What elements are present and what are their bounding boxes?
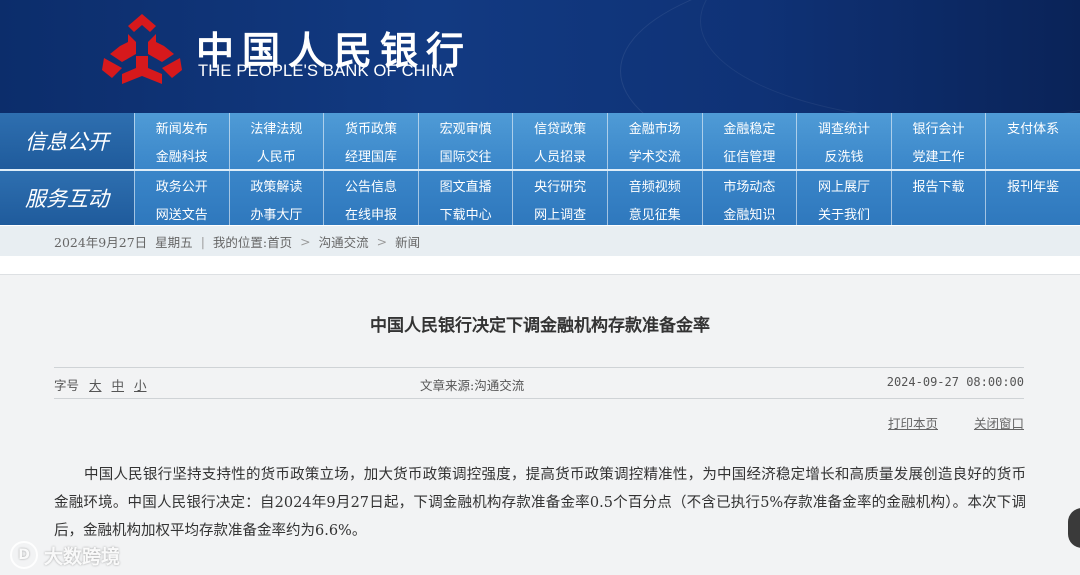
breadcrumb-separator: | <box>200 233 205 249</box>
article-title: 中国人民银行决定下调金融机构存款准备金率 <box>370 316 710 336</box>
breadcrumb-section-link[interactable]: 沟通交流 <box>319 232 369 251</box>
font-size-controls: 字号 大 中 小 <box>54 375 147 394</box>
article-panel: 中国人民银行决定下调金融机构存款准备金率 字号 大 中 小 文章来源:沟通交流 … <box>0 274 1080 575</box>
nav-item-empty <box>890 199 986 227</box>
breadcrumb-arrow-icon: > <box>376 233 388 249</box>
nav-item-party-building[interactable]: 党建工作 <box>890 141 986 169</box>
nav-item-monetary-policy[interactable]: 货币政策 <box>323 113 418 141</box>
article-tools: 打印本页 关闭窗口 <box>856 413 1024 432</box>
close-window-link[interactable]: 关闭窗口 <box>974 416 1024 431</box>
nav-item-research[interactable]: 央行研究 <box>512 171 607 199</box>
nav-item-report-download[interactable]: 报告下载 <box>890 171 986 199</box>
nav-item-recruitment[interactable]: 人员招录 <box>512 141 607 169</box>
nav-item-news[interactable]: 新闻发布 <box>134 113 229 141</box>
nav-item-government-affairs[interactable]: 政务公开 <box>134 171 229 199</box>
nav-item-statistics[interactable]: 调查统计 <box>796 113 891 141</box>
nav-row: 网送文告 办事大厅 在线申报 下载中心 网上调查 意见征集 金融知识 关于我们 <box>134 199 1080 227</box>
nav-item-about-us[interactable]: 关于我们 <box>796 199 891 227</box>
pboc-emblem-icon[interactable] <box>100 12 184 88</box>
font-size-small-link[interactable]: 小 <box>134 378 147 393</box>
nav-item-anti-money-laundering[interactable]: 反洗钱 <box>796 141 891 169</box>
logo-english-text[interactable]: THE PEOPLE'S BANK OF CHINA <box>198 62 454 81</box>
nav-item-announcements[interactable]: 公告信息 <box>323 171 418 199</box>
nav-item-credit-policy[interactable]: 信贷政策 <box>512 113 607 141</box>
nav-item-financial-knowledge[interactable]: 金融知识 <box>701 199 797 227</box>
nav-item-bank-accounting[interactable]: 银行会计 <box>890 113 986 141</box>
nav-item-online-exhibition[interactable]: 网上展厅 <box>796 171 891 199</box>
nav-item-empty <box>985 199 1080 227</box>
nav-item-online-filing[interactable]: 在线申报 <box>323 199 418 227</box>
nav-row: 政务公开 政策解读 公告信息 图文直播 央行研究 音频视频 市场动态 网上展厅 … <box>134 171 1080 199</box>
nav-item-online-survey[interactable]: 网上调查 <box>512 199 607 227</box>
floating-side-button[interactable] <box>1068 508 1080 548</box>
current-date: 2024年9月27日 <box>54 234 148 250</box>
nav-item-live-broadcast[interactable]: 图文直播 <box>417 171 513 199</box>
watermark: D 大数跨境 <box>10 541 120 569</box>
nav-section-service-interaction: 服务互动 <box>0 171 134 225</box>
nav-item-service-hall[interactable]: 办事大厅 <box>228 199 324 227</box>
nav-item-empty <box>985 141 1080 169</box>
breadcrumb-bar: 2024年9月27日 星期五 | 我的位置: 首页 > 沟通交流 > 新闻 <box>0 226 1080 256</box>
breadcrumb-current-page[interactable]: 新闻 <box>395 232 420 251</box>
nav-item-laws[interactable]: 法律法规 <box>228 113 324 141</box>
watermark-logo-icon: D <box>10 541 38 569</box>
nav-item-payment-system[interactable]: 支付体系 <box>985 113 1080 141</box>
current-weekday: 星期五 <box>155 234 193 250</box>
nav-item-feedback[interactable]: 意见征集 <box>606 199 702 227</box>
nav-item-market-dynamics[interactable]: 市场动态 <box>701 171 797 199</box>
nav-item-academic[interactable]: 学术交流 <box>606 141 702 169</box>
nav-row: 金融科技 人民币 经理国库 国际交往 人员招录 学术交流 征信管理 反洗钱 党建… <box>134 141 1080 169</box>
nav-item-international[interactable]: 国际交往 <box>417 141 513 169</box>
article-source: 文章来源:沟通交流 <box>420 378 525 393</box>
nav-section-info-disclosure: 信息公开 <box>0 113 134 169</box>
article-body: 中国人民银行坚持支持性的货币政策立场，加大货币政策调控强度，提高货币政策调控精准… <box>54 467 1026 539</box>
nav-item-financial-stability[interactable]: 金融稳定 <box>701 113 797 141</box>
nav-item-download-center[interactable]: 下载中心 <box>417 199 513 227</box>
main-navigation: 信息公开 新闻发布 法律法规 货币政策 宏观审慎 信贷政策 金融市场 金融稳定 … <box>0 113 1080 227</box>
nav-item-audio-video[interactable]: 音频视频 <box>606 171 702 199</box>
nav-item-policy-interpretation[interactable]: 政策解读 <box>228 171 324 199</box>
nav-item-treasury[interactable]: 经理国库 <box>323 141 418 169</box>
font-size-medium-link[interactable]: 中 <box>112 378 125 393</box>
article-meta-bar: 字号 大 中 小 文章来源:沟通交流 2024-09-27 08:00:00 <box>54 367 1024 399</box>
nav-item-rmb[interactable]: 人民币 <box>228 141 324 169</box>
breadcrumb-home-link[interactable]: 首页 <box>267 232 292 251</box>
nav-item-financial-market[interactable]: 金融市场 <box>606 113 702 141</box>
spacer <box>0 256 1080 274</box>
nav-item-macroprudential[interactable]: 宏观审慎 <box>417 113 513 141</box>
article-datetime: 2024-09-27 08:00:00 <box>886 375 1024 389</box>
nav-item-online-documents[interactable]: 网送文告 <box>134 199 229 227</box>
nav-item-credit-reference[interactable]: 征信管理 <box>701 141 797 169</box>
watermark-text: 大数跨境 <box>44 545 121 568</box>
print-page-link[interactable]: 打印本页 <box>888 416 938 431</box>
breadcrumb-arrow-icon: > <box>300 233 311 249</box>
nav-item-yearbooks[interactable]: 报刊年鉴 <box>985 171 1080 199</box>
font-size-label: 字号 <box>54 378 80 393</box>
header-banner: 中国人民银行 THE PEOPLE'S BANK OF CHINA <box>0 0 1080 113</box>
font-size-large-link[interactable]: 大 <box>89 378 102 393</box>
nav-item-fintech[interactable]: 金融科技 <box>134 141 229 169</box>
location-label: 我的位置: <box>212 234 268 250</box>
breadcrumb: 2024年9月27日 星期五 | 我的位置: 首页 > 沟通交流 > 新闻 <box>54 226 420 256</box>
nav-grid-info: 新闻发布 法律法规 货币政策 宏观审慎 信贷政策 金融市场 金融稳定 调查统计 … <box>134 113 1080 169</box>
nav-grid-service: 政务公开 政策解读 公告信息 图文直播 央行研究 音频视频 市场动态 网上展厅 … <box>134 171 1080 227</box>
nav-row: 新闻发布 法律法规 货币政策 宏观审慎 信贷政策 金融市场 金融稳定 调查统计 … <box>134 113 1080 141</box>
